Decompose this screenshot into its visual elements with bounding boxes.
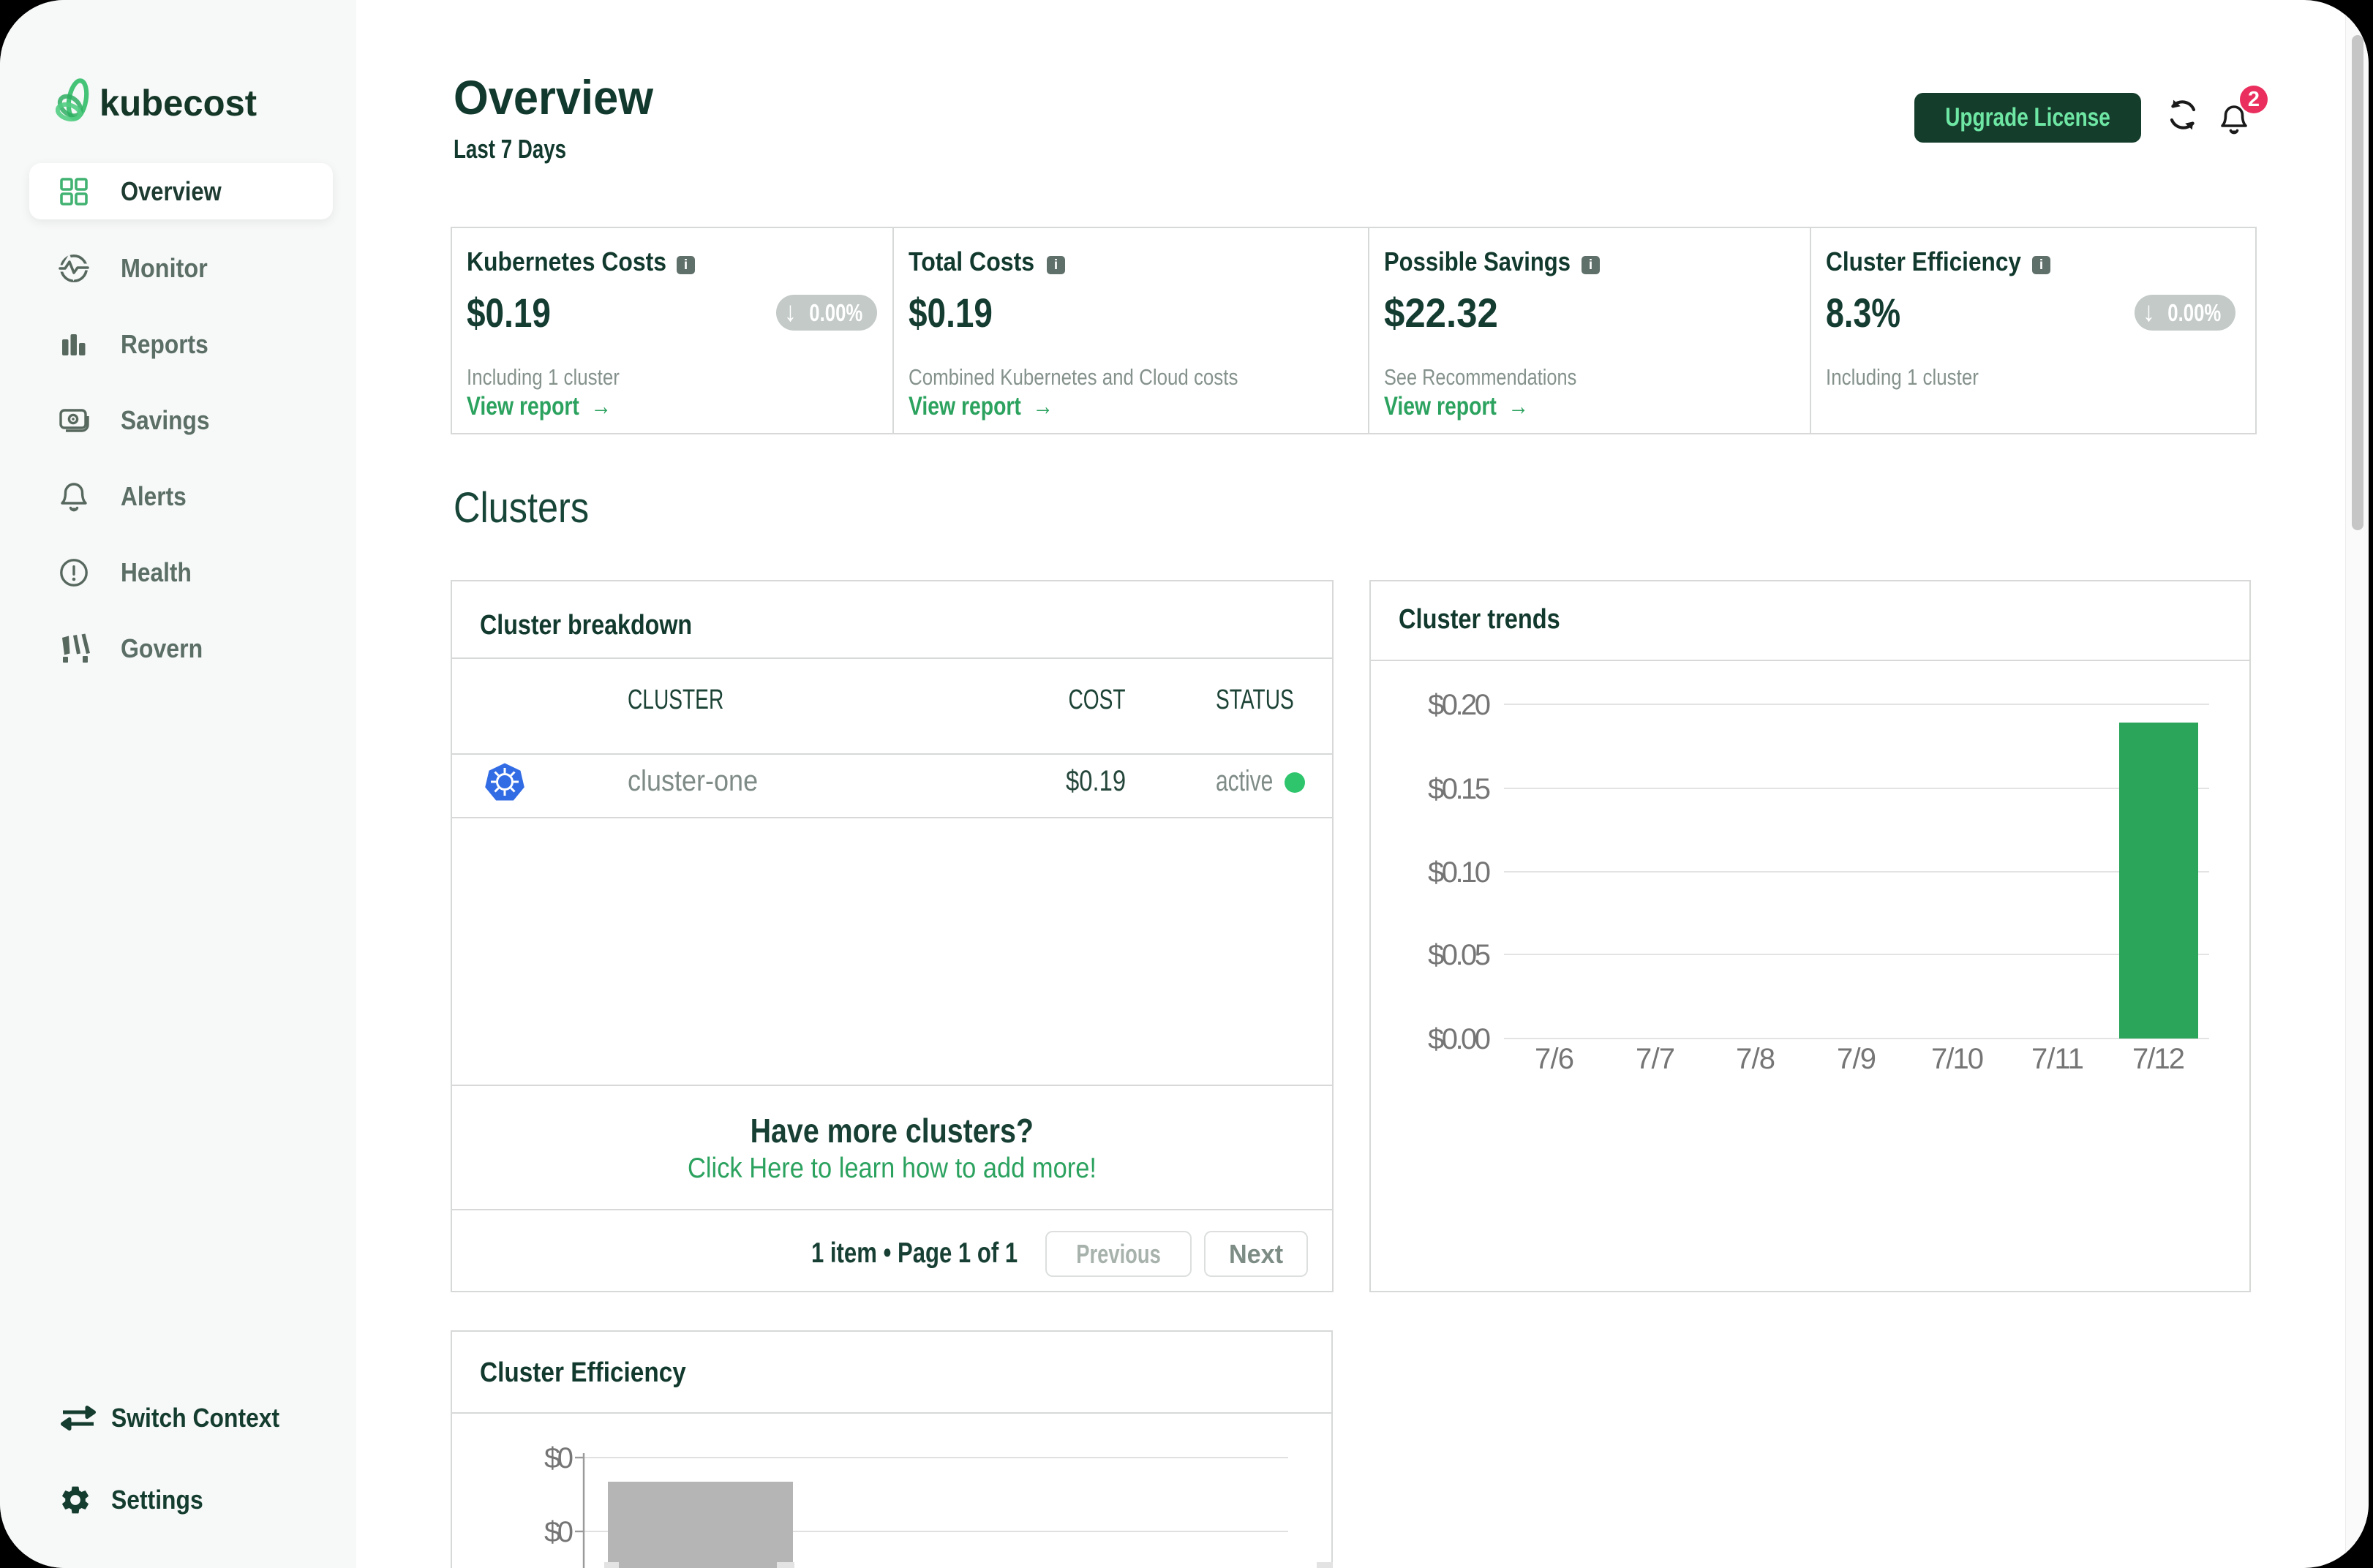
svg-text:$0.10: $0.10 [1428, 856, 1491, 889]
svg-text:$0.15: $0.15 [1428, 773, 1491, 805]
svg-text:$0: $0 [544, 1516, 573, 1548]
svg-text:7/10: 7/10 [1931, 1043, 1984, 1075]
svg-text:7/6: 7/6 [1535, 1043, 1574, 1075]
svg-text:$0: $0 [544, 1442, 573, 1474]
svg-text:$0.05: $0.05 [1428, 939, 1491, 971]
svg-text:7/9: 7/9 [1837, 1043, 1876, 1075]
svg-text:$0.00: $0.00 [1428, 1023, 1491, 1055]
svg-text:7/11: 7/11 [2031, 1043, 2084, 1075]
svg-text:7/7: 7/7 [1636, 1043, 1675, 1075]
svg-text:7/12: 7/12 [2132, 1043, 2185, 1075]
svg-text:$0.20: $0.20 [1428, 689, 1491, 721]
svg-text:7/8: 7/8 [1736, 1043, 1775, 1075]
